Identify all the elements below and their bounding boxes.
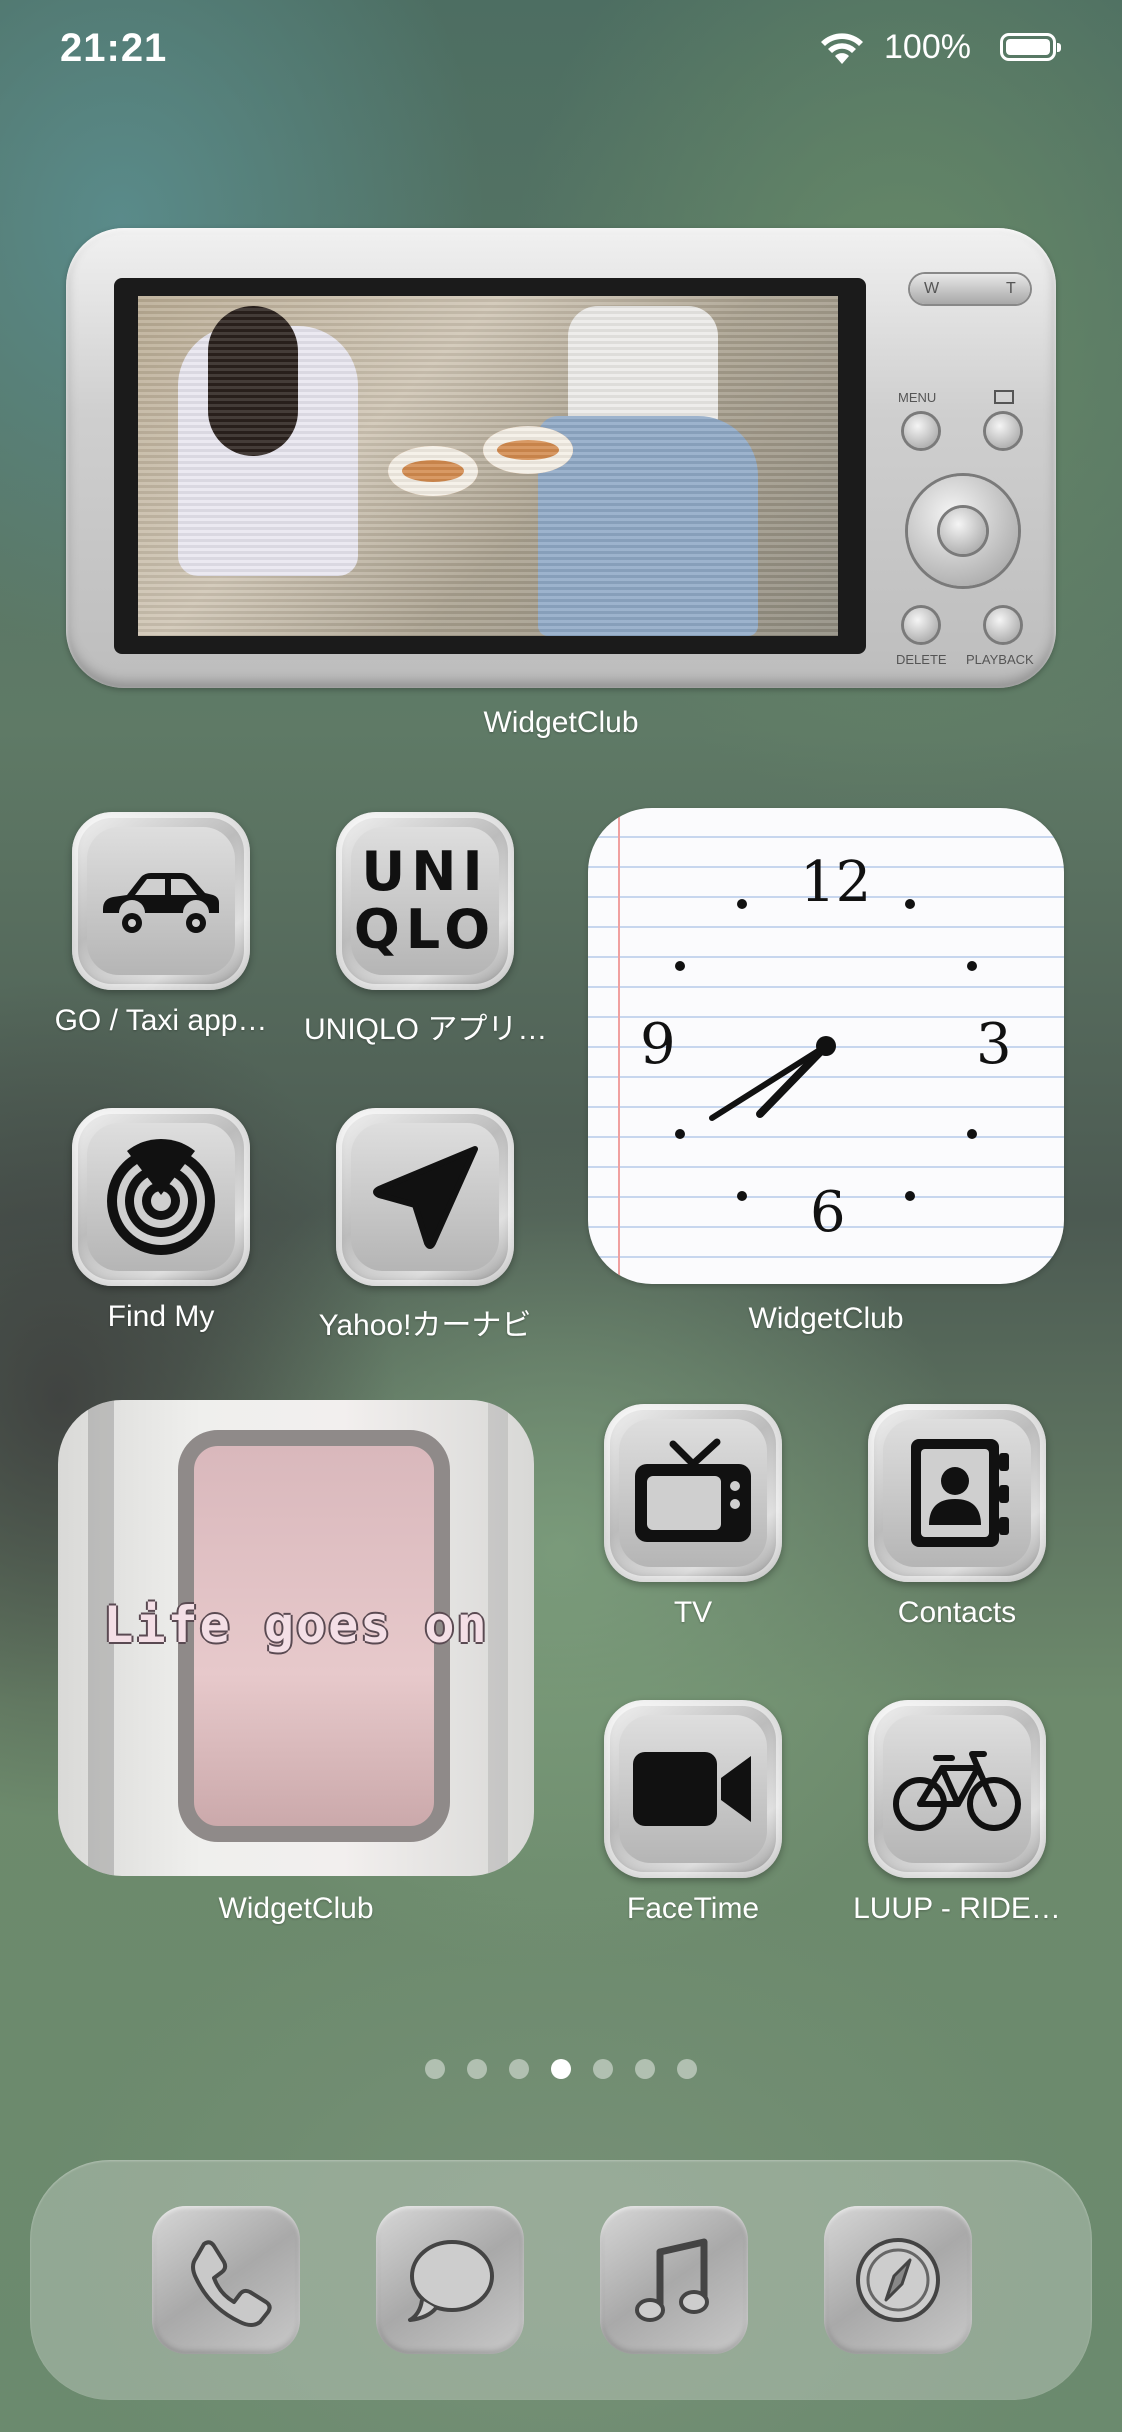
app-facetime-label: FaceTime [626,1892,760,1925]
play-icon [994,390,1014,404]
play-button [986,414,1020,448]
contacts-book-icon [911,1439,1009,1547]
status-time: 21:21 [60,26,168,70]
uniqlo-logo-line2: QLO [353,898,497,961]
app-luup-label: LUUP - RIDE… [853,1892,1061,1925]
clock-widget-label: WidgetClub [748,1302,904,1335]
playback-label: PLAYBACK [966,652,1034,667]
camera-widget-label: WidgetClub [483,706,639,739]
life-goes-on-text: Life goes on [103,1596,489,1654]
menu-button [904,414,938,448]
page-dot-7[interactable] [677,2059,697,2079]
delete-label: DELETE [896,652,947,667]
app-tv-label: TV [673,1596,713,1629]
clock-number-12: 12 [800,850,872,915]
zoom-w-label: W [924,280,940,297]
camera-photo [138,296,838,636]
music-note-icon [635,2238,709,2322]
app-go-taxi[interactable] [72,812,250,990]
app-uniqlo-label: UNIQLO アプリ… [304,1013,546,1046]
page-dot-6[interactable] [635,2059,655,2079]
dial-center-button [940,508,986,554]
page-dot-1[interactable] [425,2059,445,2079]
dock-messages[interactable] [376,2206,524,2354]
app-find-my[interactable] [72,1108,250,1286]
radar-icon [107,1138,215,1255]
uniqlo-logo-line1: UNI [361,840,489,903]
bicycle-icon [893,1751,1021,1831]
chat-bubble-icon [408,2240,494,2322]
navigation-arrow-icon [373,1146,478,1249]
car-icon [103,873,219,933]
app-uniqlo[interactable]: UNI QLO [336,812,514,990]
app-go-taxi-label: GO / Taxi app… [54,1004,268,1037]
phone-icon [191,2240,272,2327]
battery-icon [1000,33,1061,61]
video-camera-icon [633,1752,751,1826]
clock-number-3: 3 [976,1012,1012,1077]
page-dot-2[interactable] [467,2059,487,2079]
app-find-my-label: Find My [107,1300,215,1333]
dock [30,2160,1092,2400]
dock-music[interactable] [600,2206,748,2354]
app-yahoo-navi[interactable] [336,1108,514,1286]
zoom-t-label: T [1006,280,1016,297]
battery-percentage: 100% [884,28,971,66]
clock-number-9: 9 [640,1012,676,1077]
page-dot-5[interactable] [593,2059,613,2079]
photo-widget-label: WidgetClub [218,1892,374,1925]
page-dot-4-active[interactable] [551,2059,571,2079]
app-contacts[interactable] [868,1404,1046,1582]
menu-label: MENU [898,390,937,405]
clock-widget[interactable]: 12 3 6 9 [588,808,1064,1284]
dock-safari[interactable] [824,2206,972,2354]
app-yahoo-navi-label: Yahoo!カーナビ [318,1309,532,1342]
page-dot-3[interactable] [509,2059,529,2079]
uniqlo-logo-icon: UNI QLO [351,827,499,975]
app-facetime[interactable] [604,1700,782,1878]
clock-number-6: 6 [810,1180,846,1245]
app-contacts-label: Contacts [897,1596,1017,1629]
camera-widget[interactable]: W T MENU DELETE PLAYBACK [66,228,1056,688]
app-luup[interactable] [868,1700,1046,1878]
compass-icon [856,2238,940,2322]
delete-button [904,608,938,642]
playback-button [986,608,1020,642]
tv-icon [635,1438,751,1542]
app-tv[interactable] [604,1404,782,1582]
photo-widget[interactable]: Life goes on [58,1400,534,1876]
wifi-icon [821,33,863,64]
dock-phone[interactable] [152,2206,300,2354]
